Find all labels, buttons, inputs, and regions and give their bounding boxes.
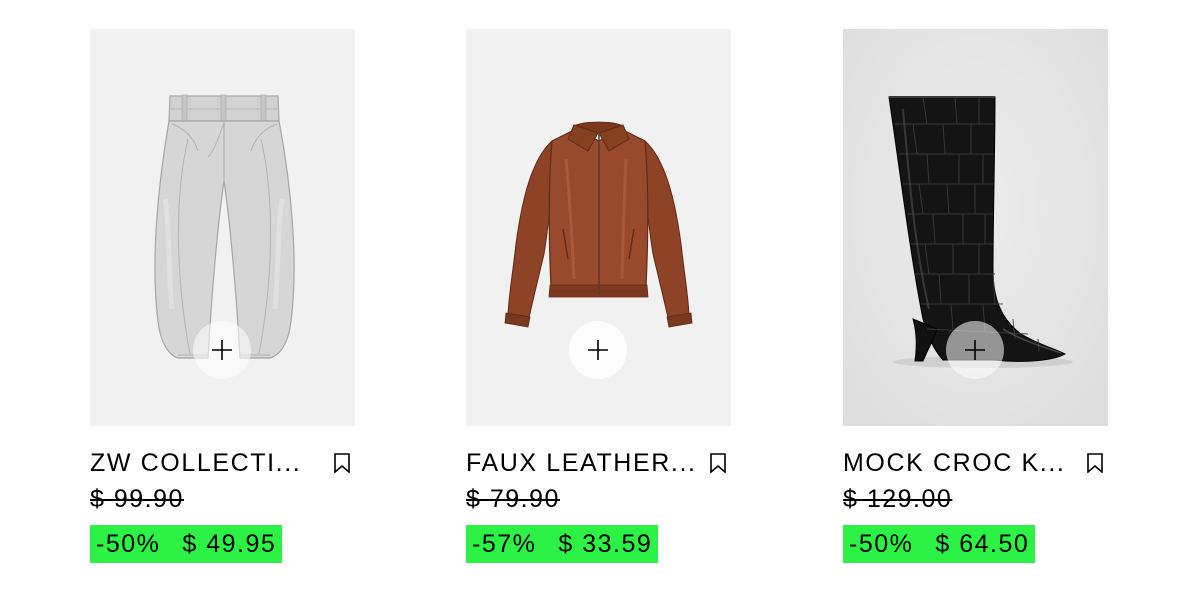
sale-badge: -57% $ 33.59 <box>466 525 659 563</box>
original-price: $ 99.90 <box>90 485 184 513</box>
sale-price: $ 64.50 <box>935 530 1030 558</box>
plus-icon <box>212 340 232 360</box>
plus-icon <box>965 340 985 360</box>
discount-percent: -57% <box>472 530 537 558</box>
bookmark-icon <box>1087 453 1103 473</box>
product-title[interactable]: FAUX LEATHER... <box>466 448 697 478</box>
product-image[interactable] <box>466 29 731 426</box>
sale-price: $ 49.95 <box>182 530 277 558</box>
product-title[interactable]: MOCK CROC K... <box>843 448 1065 478</box>
discount-percent: -50% <box>96 530 161 558</box>
product-info: MOCK CROC K... <box>843 448 1108 478</box>
bookmark-icon <box>334 453 350 473</box>
add-to-cart-button[interactable] <box>569 321 627 379</box>
discount-percent: -50% <box>849 530 914 558</box>
add-to-cart-button[interactable] <box>946 321 1004 379</box>
product-title[interactable]: ZW COLLECTI... <box>90 448 301 478</box>
product-card[interactable]: MOCK CROC K... $ 129.00 -50% $ 64.50 <box>843 29 1108 563</box>
save-button[interactable] <box>331 450 353 476</box>
product-card[interactable]: ZW COLLECTI... $ 99.90 -50% $ 49.95 <box>90 29 355 563</box>
sale-badge: -50% $ 49.95 <box>90 525 283 563</box>
sale-badge: -50% $ 64.50 <box>843 525 1036 563</box>
sale-price: $ 33.59 <box>558 530 653 558</box>
save-button[interactable] <box>707 450 729 476</box>
original-price: $ 129.00 <box>843 485 953 513</box>
product-card[interactable]: FAUX LEATHER... $ 79.90 -57% $ 33.59 <box>466 29 731 563</box>
add-to-cart-button[interactable] <box>193 321 251 379</box>
product-image[interactable] <box>90 29 355 426</box>
product-image[interactable] <box>843 29 1108 426</box>
product-info: ZW COLLECTI... <box>90 448 355 478</box>
bookmark-icon <box>710 453 726 473</box>
product-info: FAUX LEATHER... <box>466 448 731 478</box>
plus-icon <box>588 340 608 360</box>
save-button[interactable] <box>1084 450 1106 476</box>
original-price: $ 79.90 <box>466 485 560 513</box>
